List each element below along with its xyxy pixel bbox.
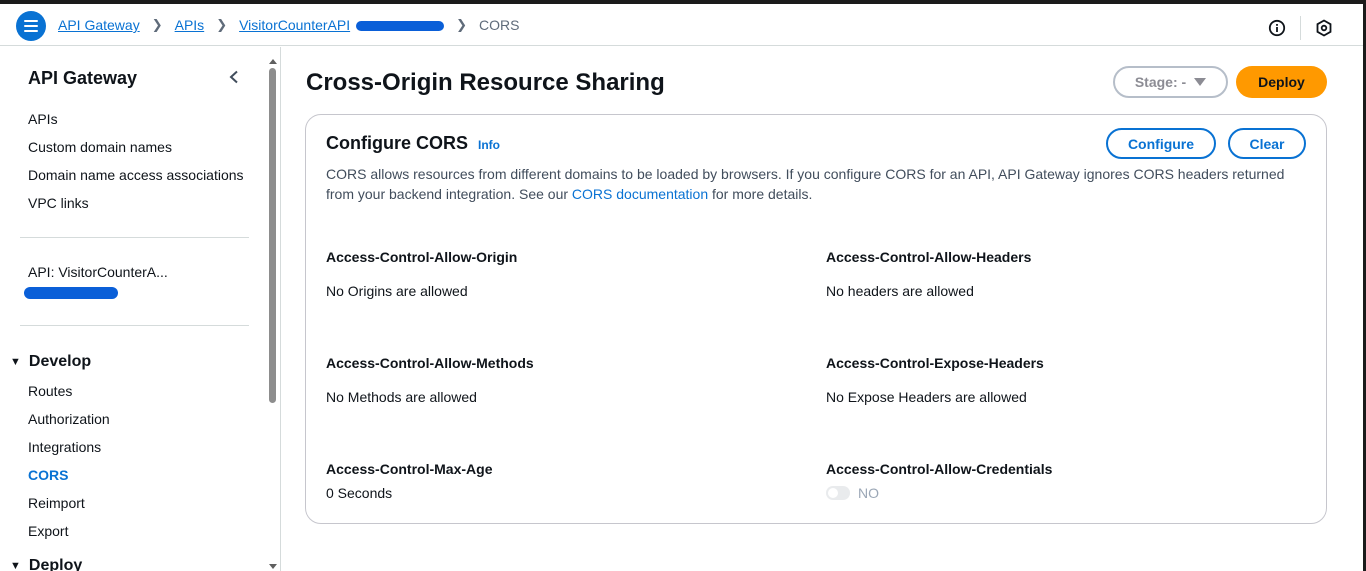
caret-down-icon: ▼ bbox=[10, 356, 21, 368]
section-deploy[interactable]: ▼ Deploy bbox=[10, 557, 82, 571]
redaction-mark bbox=[24, 287, 118, 299]
chevron-right-icon: ❯ bbox=[151, 17, 163, 32]
sidebar-item-vpc-links[interactable]: VPC links bbox=[28, 195, 89, 211]
deploy-button[interactable]: Deploy bbox=[1236, 66, 1327, 98]
description-text-end: for more details. bbox=[708, 186, 813, 202]
cors-documentation-link[interactable]: CORS documentation bbox=[572, 186, 708, 202]
panel-description: CORS allows resources from different dom… bbox=[326, 164, 1306, 204]
section-deploy-label: Deploy bbox=[28, 557, 83, 571]
breadcrumb-api-name[interactable]: VisitorCounterAPI bbox=[239, 17, 445, 33]
expose-headers-label: Access-Control-Expose-Headers bbox=[826, 355, 1044, 371]
sidebar-api-label: API: VisitorCounterA... bbox=[28, 264, 168, 280]
chevron-right-icon: ❯ bbox=[216, 17, 228, 32]
stage-dropdown-label: Stage: - bbox=[1134, 74, 1187, 90]
settings-hexagon-icon[interactable] bbox=[1315, 19, 1333, 37]
section-develop-label: Develop bbox=[28, 353, 92, 370]
info-link[interactable]: Info bbox=[478, 138, 500, 152]
chevron-right-icon: ❯ bbox=[456, 17, 468, 32]
allow-origin-value: No Origins are allowed bbox=[326, 283, 468, 299]
divider bbox=[20, 237, 249, 238]
allow-headers-label: Access-Control-Allow-Headers bbox=[826, 249, 1032, 265]
max-age-value: 0 Seconds bbox=[326, 485, 393, 501]
breadcrumb: API Gateway ❯ APIs ❯ VisitorCounterAPI ❯… bbox=[58, 17, 519, 33]
breadcrumb-current: CORS bbox=[479, 17, 520, 33]
divider bbox=[20, 325, 249, 326]
sidebar-item-export[interactable]: Export bbox=[28, 523, 68, 539]
scroll-up-arrow-icon[interactable] bbox=[269, 59, 277, 64]
collapse-sidebar-icon[interactable] bbox=[228, 67, 242, 87]
stage-dropdown[interactable]: Stage: - bbox=[1113, 66, 1228, 98]
expose-headers-value: No Expose Headers are allowed bbox=[826, 389, 1027, 405]
page-title: Cross-Origin Resource Sharing bbox=[306, 69, 665, 96]
configure-cors-panel: Configure CORS Info Configure Clear CORS… bbox=[305, 114, 1327, 524]
top-navigation-bar: API Gateway ❯ APIs ❯ VisitorCounterAPI ❯… bbox=[0, 4, 1363, 46]
caret-down-icon bbox=[1194, 78, 1207, 86]
allow-credentials-value: NO bbox=[858, 485, 879, 501]
sidebar-item-cors[interactable]: CORS bbox=[28, 467, 68, 483]
sidebar-item-authorization[interactable]: Authorization bbox=[28, 411, 110, 427]
sidebar-item-integrations[interactable]: Integrations bbox=[28, 439, 101, 455]
configure-button[interactable]: Configure bbox=[1106, 128, 1216, 159]
sidebar-item-routes[interactable]: Routes bbox=[28, 383, 72, 399]
section-develop[interactable]: ▼ Develop bbox=[10, 353, 91, 371]
side-navigation: API Gateway APIs Custom domain names Dom… bbox=[0, 47, 281, 571]
allow-methods-value: No Methods are allowed bbox=[326, 389, 477, 405]
allow-credentials-label: Access-Control-Allow-Credentials bbox=[826, 461, 1053, 477]
sidebar-item-reimport[interactable]: Reimport bbox=[28, 495, 85, 511]
allow-headers-value: No headers are allowed bbox=[826, 283, 974, 299]
panel-title: Configure CORS Info bbox=[326, 133, 500, 154]
sidebar-scrollbar[interactable] bbox=[266, 59, 278, 571]
menu-hamburger-icon[interactable] bbox=[16, 11, 46, 41]
sidebar-title: API Gateway bbox=[28, 68, 138, 88]
max-age-label: Access-Control-Max-Age bbox=[326, 461, 493, 477]
scrollbar-thumb[interactable] bbox=[269, 68, 276, 403]
panel-title-label: Configure CORS bbox=[326, 133, 468, 153]
top-icons bbox=[1268, 16, 1333, 40]
sidebar-item-domain-name-access-associations[interactable]: Domain name access associations bbox=[28, 167, 244, 183]
scroll-down-arrow-icon[interactable] bbox=[269, 564, 277, 569]
clear-button[interactable]: Clear bbox=[1228, 128, 1306, 159]
toggle-knob bbox=[828, 488, 838, 498]
allow-methods-label: Access-Control-Allow-Methods bbox=[326, 355, 534, 371]
caret-down-icon: ▼ bbox=[10, 560, 21, 571]
breadcrumb-api-gateway[interactable]: API Gateway bbox=[58, 17, 140, 33]
breadcrumb-apis[interactable]: APIs bbox=[175, 17, 205, 33]
sidebar-item-apis[interactable]: APIs bbox=[28, 111, 58, 127]
sidebar-item-custom-domain-names[interactable]: Custom domain names bbox=[28, 139, 172, 155]
info-icon[interactable] bbox=[1268, 19, 1286, 37]
allow-origin-label: Access-Control-Allow-Origin bbox=[326, 249, 518, 265]
breadcrumb-api-name-label: VisitorCounterAPI bbox=[239, 17, 351, 33]
allow-credentials-toggle bbox=[826, 486, 850, 500]
divider bbox=[1300, 16, 1301, 40]
allow-credentials-toggle-row: NO bbox=[826, 485, 879, 501]
redaction-mark bbox=[356, 21, 445, 32]
